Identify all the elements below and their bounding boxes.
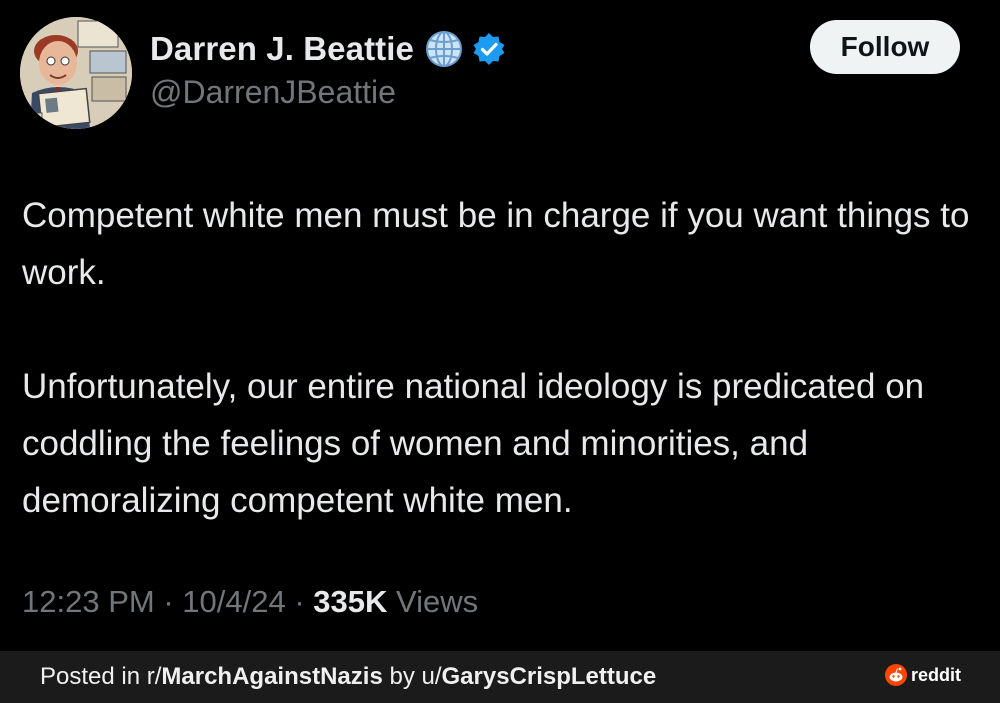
avatar[interactable] bbox=[20, 17, 132, 129]
handle[interactable]: @DarrenJBeattie bbox=[150, 74, 396, 111]
reddit-logo-icon bbox=[885, 664, 907, 686]
views-label: Views bbox=[396, 584, 479, 619]
tweet-paragraph: Competent white men must be in charge if… bbox=[22, 196, 970, 292]
reddit-brand: reddit bbox=[885, 664, 961, 686]
username-link[interactable]: GarysCrispLettuce bbox=[442, 663, 657, 690]
reddit-wordmark: reddit bbox=[911, 664, 962, 685]
globe-icon bbox=[424, 29, 464, 69]
tweet-paragraph: Unfortunately, our entire national ideol… bbox=[22, 367, 925, 520]
posted-in-text: Posted in r/MarchAgainstNazis by u/Garys… bbox=[40, 663, 656, 691]
tweet-time[interactable]: 12:23 PM bbox=[22, 584, 155, 619]
by-prefix: by u/ bbox=[382, 663, 442, 690]
reddit-footer: Posted in r/MarchAgainstNazis by u/Garys… bbox=[0, 651, 1000, 703]
subreddit-link[interactable]: MarchAgainstNazis bbox=[161, 663, 382, 690]
separator: · bbox=[163, 584, 174, 619]
tweet-date[interactable]: 10/4/24 bbox=[182, 584, 285, 619]
tweet-metadata: 12:23 PM · 10/4/24 · 335K Views bbox=[22, 584, 478, 620]
follow-button[interactable]: Follow bbox=[810, 20, 960, 74]
verified-icon[interactable] bbox=[472, 32, 506, 66]
tweet-card: Darren J. Beattie @DarrenJBeattie Follow… bbox=[0, 0, 1000, 651]
tweet-text: Competent white men must be in charge if… bbox=[22, 187, 987, 529]
views-count: 335K bbox=[313, 584, 388, 619]
display-name[interactable]: Darren J. Beattie bbox=[150, 30, 414, 68]
posted-in-prefix: Posted in r/ bbox=[40, 663, 162, 690]
author-name-row: Darren J. Beattie bbox=[150, 26, 506, 72]
separator: · bbox=[294, 584, 305, 619]
